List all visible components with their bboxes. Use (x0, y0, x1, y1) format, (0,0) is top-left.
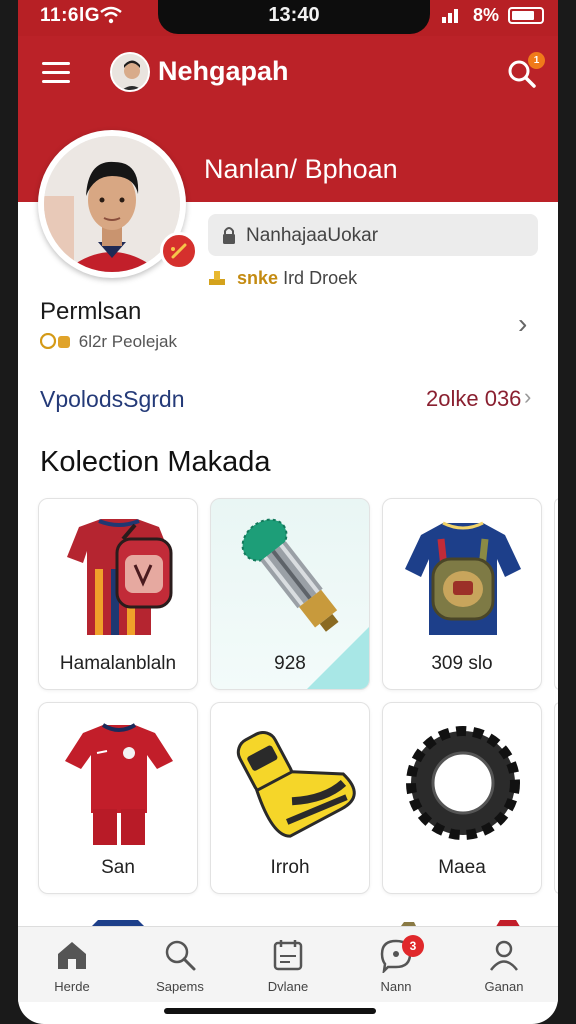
collection-card[interactable]: 309 slo (382, 498, 542, 690)
red-kit-icon (65, 723, 173, 845)
nav-label: Dvlane (267, 979, 309, 994)
stat-highlight: snke (237, 268, 279, 288)
phone-frame: 11:6lG 13:40 8% Nehgapah 1 Nanlan/ Bphoa… (0, 0, 576, 1024)
profile-handle-field[interactable]: NanhajaaUokar (208, 214, 538, 256)
profile-handle: NanhajaaUokar (246, 225, 379, 246)
collection-card-peek (554, 702, 558, 894)
battery-percent: 8% (473, 5, 500, 25)
jersey-backpack-icon (67, 519, 173, 635)
nav-search[interactable]: Sapems (126, 927, 234, 1003)
wifi-icon (100, 6, 122, 24)
nav-home[interactable]: Herde (18, 927, 126, 1003)
search-icon (165, 940, 196, 971)
status-time: 11:6lG (40, 5, 101, 26)
screen: 11:6lG 13:40 8% Nehgapah 1 Nanlan/ Bphoa… (18, 0, 558, 1024)
collection-card[interactable]: San (38, 702, 198, 894)
home-indicator[interactable] (164, 1008, 376, 1014)
nav-label: Sapems (156, 979, 204, 994)
profile-icon (490, 940, 518, 971)
chevron-right-icon: › (518, 308, 528, 339)
yellow-cleat-icon (236, 730, 356, 838)
collection-card[interactable]: 928 (210, 498, 370, 690)
section-title: Kolection Makada (40, 446, 271, 478)
collection-card-label: Hamalanblaln (59, 653, 177, 674)
stat-text: Ird Droek (283, 268, 358, 288)
preference-subtitle: 6l2r Peolejak (39, 332, 177, 352)
trophy-icon (209, 271, 225, 285)
battery-icon (508, 7, 544, 24)
person-icon (112, 54, 148, 90)
nav-calendar[interactable]: Dvlane (234, 927, 342, 1003)
header-title: Nehgapah (158, 56, 289, 86)
nav-chat[interactable]: 3 Nann (342, 927, 450, 1003)
nav-label: Nann (380, 979, 412, 994)
collection-card[interactable]: Maea (382, 702, 542, 894)
coin-icon (39, 332, 70, 350)
nav-badge: 3 (402, 935, 424, 957)
app-header: Nehgapah 1 (18, 36, 558, 110)
collection-card[interactable]: Irroh (210, 702, 370, 894)
link-row-value: 2olke 036 (426, 386, 522, 411)
status-bar: 11:6lG 13:40 8% (18, 0, 558, 36)
header-avatar[interactable] (110, 52, 150, 92)
collection-card-label: San (101, 857, 135, 878)
edit-profile-button[interactable] (160, 232, 198, 270)
link-row[interactable]: VpolodsSgrdn 2olke 036 › (18, 376, 558, 424)
nav-label: Herde (54, 979, 90, 994)
nav-label: Ganan (484, 979, 524, 994)
status-clock: 13:40 (268, 4, 320, 26)
shirt-backpack-icon (405, 521, 521, 635)
home-icon (58, 942, 86, 969)
bottom-nav: Herde Sapems Dvlane 3 Nann Ganan (18, 926, 558, 1002)
preference-title: Permlsan (40, 298, 142, 325)
tire-ring-icon (406, 726, 520, 840)
collection-card-peek (554, 498, 558, 690)
collection-card-label: Irroh (270, 857, 310, 878)
link-row-label: VpolodsSgrdn (40, 386, 185, 412)
calendar-icon (273, 940, 303, 971)
chevron-right-icon: › (524, 384, 532, 409)
nav-profile[interactable]: Ganan (450, 927, 558, 1003)
collection-card-label: Maea (438, 857, 486, 878)
collection-card-label: 928 (274, 653, 306, 674)
lock-icon (223, 227, 235, 244)
collection-card[interactable]: Hamalanblaln (38, 498, 198, 690)
notification-badge: 1 (528, 52, 545, 69)
profile-stats: snke Ird Droek (206, 268, 357, 289)
pencil-icon (171, 243, 187, 259)
camera-notch: 13:40 (158, 0, 430, 34)
signal-icon (442, 9, 458, 23)
microphone-icon (241, 518, 339, 632)
menu-icon[interactable] (42, 62, 70, 84)
profile-name: Nanlan/ Bphoan (204, 154, 398, 184)
preference-row[interactable]: Permlsan 6l2r Peolejak › (18, 290, 558, 362)
collection-card-label: 309 slo (431, 653, 493, 674)
